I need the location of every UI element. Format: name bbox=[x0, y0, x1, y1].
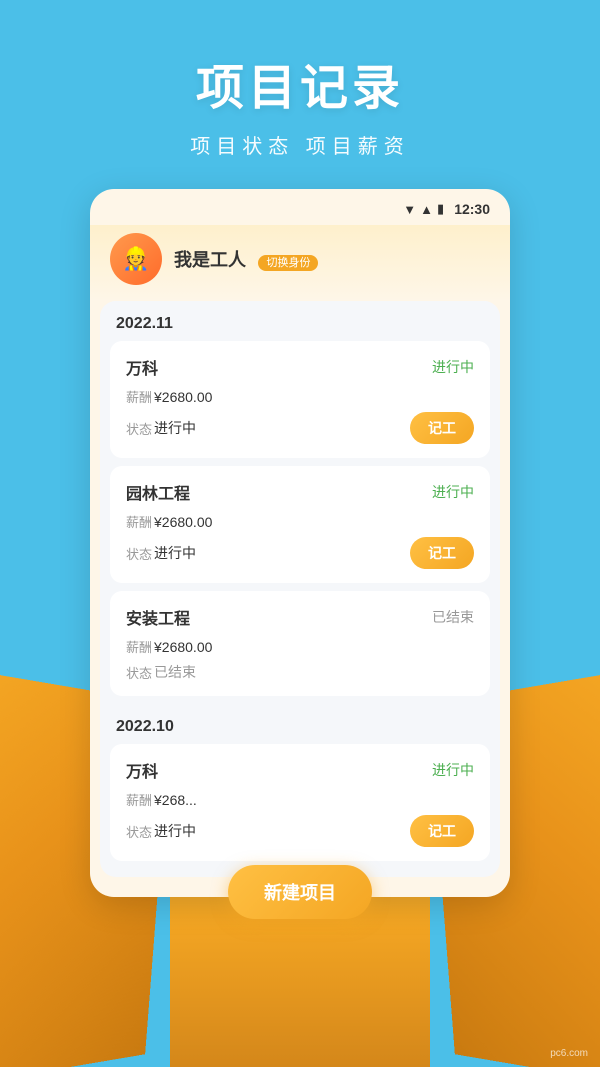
watermark: pc6.com bbox=[550, 1048, 588, 1059]
project-footer: 状态 已结束 bbox=[126, 662, 474, 682]
project-card-anzhuang: 安装工程 已结束 薪酬 ¥2680.00 状态 已结束 bbox=[110, 591, 490, 696]
status-bar: ▼ ▲ ▮ 12:30 bbox=[90, 189, 510, 225]
battery-icon: ▮ bbox=[437, 201, 444, 217]
project-footer: 状态 进行中 记工 bbox=[126, 815, 474, 847]
salary-value: ¥2680.00 bbox=[154, 389, 212, 405]
project-status: 进行中 bbox=[432, 760, 474, 780]
signal-icon: ▲ bbox=[420, 202, 433, 217]
state-label: 状态 bbox=[126, 544, 154, 563]
date-label-2022-11: 2022.11 bbox=[100, 301, 500, 341]
wifi-icon: ▼ bbox=[403, 202, 416, 217]
salary-label: 薪酬 bbox=[126, 512, 154, 531]
project-status: 已结束 bbox=[432, 607, 474, 627]
sub-title: 项目状态 项目薪资 bbox=[0, 130, 600, 159]
record-btn-1[interactable]: 记工 bbox=[410, 412, 474, 444]
salary-label: 薪酬 bbox=[126, 637, 154, 656]
phone-card: ▼ ▲ ▮ 12:30 👷 我是工人 切换身份 2022.11 万科 进行中 薪… bbox=[90, 189, 510, 897]
project-header: 万科 进行中 bbox=[126, 355, 474, 379]
record-btn-4[interactable]: 记工 bbox=[410, 815, 474, 847]
avatar: 👷 bbox=[110, 233, 162, 285]
state-value: 进行中 bbox=[154, 543, 196, 563]
header-section: 项目记录 项目状态 项目薪资 bbox=[0, 0, 600, 159]
status-row: 状态 已结束 bbox=[126, 662, 196, 682]
status-row: 状态 进行中 bbox=[126, 418, 196, 438]
user-header: 👷 我是工人 切换身份 bbox=[90, 225, 510, 301]
state-label: 状态 bbox=[126, 663, 154, 682]
status-row: 状态 进行中 bbox=[126, 543, 196, 563]
project-footer: 状态 进行中 记工 bbox=[126, 537, 474, 569]
main-title: 项目记录 bbox=[0, 48, 600, 118]
salary-row: 薪酬 ¥268... bbox=[126, 790, 474, 809]
project-card-yuanlin: 园林工程 进行中 薪酬 ¥2680.00 状态 进行中 记工 bbox=[110, 466, 490, 583]
salary-label: 薪酬 bbox=[126, 387, 154, 406]
user-info: 我是工人 切换身份 bbox=[174, 246, 318, 272]
project-header: 安装工程 已结束 bbox=[126, 605, 474, 629]
project-footer: 状态 进行中 记工 bbox=[126, 412, 474, 444]
new-project-button[interactable]: 新建项目 bbox=[228, 865, 372, 919]
card-body: 2022.11 万科 进行中 薪酬 ¥2680.00 状态 进行中 记工 bbox=[100, 301, 500, 877]
project-card-wanke-1: 万科 进行中 薪酬 ¥2680.00 状态 进行中 记工 bbox=[110, 341, 490, 458]
salary-value: ¥268... bbox=[154, 792, 197, 808]
time-display: 12:30 bbox=[454, 201, 490, 217]
salary-row: 薪酬 ¥2680.00 bbox=[126, 637, 474, 656]
date-label-2022-10: 2022.10 bbox=[100, 704, 500, 744]
project-name: 万科 bbox=[126, 355, 158, 379]
project-status: 进行中 bbox=[432, 482, 474, 502]
salary-row: 薪酬 ¥2680.00 bbox=[126, 512, 474, 531]
state-value: 进行中 bbox=[154, 418, 196, 438]
salary-value: ¥2680.00 bbox=[154, 639, 212, 655]
status-icons: ▼ ▲ ▮ bbox=[403, 201, 444, 217]
project-status: 进行中 bbox=[432, 357, 474, 377]
project-name: 安装工程 bbox=[126, 605, 190, 629]
state-value-ended: 已结束 bbox=[154, 662, 196, 682]
switch-identity-badge[interactable]: 切换身份 bbox=[258, 255, 318, 271]
record-btn-2[interactable]: 记工 bbox=[410, 537, 474, 569]
salary-value: ¥2680.00 bbox=[154, 514, 212, 530]
project-name: 万科 bbox=[126, 758, 158, 782]
project-header: 园林工程 进行中 bbox=[126, 480, 474, 504]
status-row: 状态 进行中 bbox=[126, 821, 196, 841]
state-label: 状态 bbox=[126, 822, 154, 841]
project-card-wanke-2: 万科 进行中 薪酬 ¥268... 状态 进行中 记工 bbox=[110, 744, 490, 861]
avatar-emoji: 👷 bbox=[122, 246, 149, 272]
project-name: 园林工程 bbox=[126, 480, 190, 504]
salary-label: 薪酬 bbox=[126, 790, 154, 809]
salary-row: 薪酬 ¥2680.00 bbox=[126, 387, 474, 406]
state-label: 状态 bbox=[126, 419, 154, 438]
project-header: 万科 进行中 bbox=[126, 758, 474, 782]
user-name: 我是工人 bbox=[174, 250, 246, 270]
state-value: 进行中 bbox=[154, 821, 196, 841]
